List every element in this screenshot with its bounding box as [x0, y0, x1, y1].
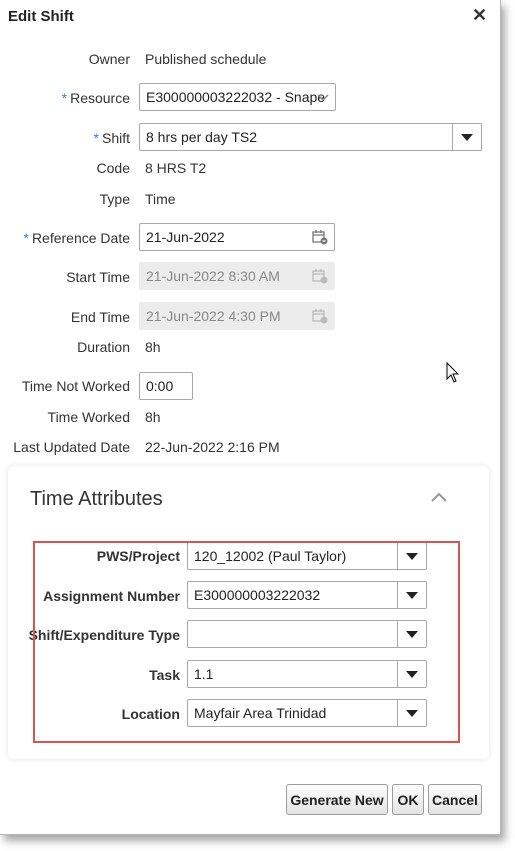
required-marker: *: [61, 90, 68, 106]
calendar-icon[interactable]: [312, 229, 328, 245]
last-updated-value: 22-Jun-2022 2:16 PM: [145, 439, 280, 455]
ok-button[interactable]: OK: [392, 784, 424, 815]
end-time-label: End Time: [70, 309, 130, 325]
reference-date-label: * Reference Date: [23, 230, 130, 246]
collapse-chevron-icon[interactable]: [430, 488, 448, 506]
highlight-box: [33, 541, 460, 743]
time-attributes-title: Time Attributes: [30, 488, 163, 510]
calendar-icon: [312, 309, 328, 324]
resource-label: * Resource: [61, 90, 130, 106]
type-label: Type: [99, 191, 130, 207]
code-label: Code: [96, 160, 130, 176]
resource-select[interactable]: E300000003222032 - Snape: [139, 83, 336, 111]
dropdown-arrow-icon[interactable]: [452, 124, 481, 150]
time-worked-value: 8h: [145, 409, 161, 425]
generate-new-button[interactable]: Generate New: [286, 784, 388, 815]
edit-shift-dialog: Edit Shift ✕ Owner Published schedule * R…: [0, 0, 501, 835]
chevron-down-icon: [317, 84, 329, 110]
dialog-title: Edit Shift: [8, 8, 74, 25]
close-icon[interactable]: ✕: [472, 5, 487, 26]
last-updated-label: Last Updated Date: [13, 439, 130, 455]
mouse-cursor-icon: [446, 362, 460, 383]
start-time-input: 21-Jun-2022 8:30 AM: [139, 262, 335, 290]
time-not-worked-label: Time Not Worked: [21, 378, 130, 394]
calendar-icon: [312, 269, 328, 284]
shift-label: * Shift: [93, 130, 130, 146]
time-not-worked-input[interactable]: 0:00: [139, 372, 193, 400]
duration-label: Duration: [77, 339, 130, 355]
time-worked-label: Time Worked: [47, 409, 130, 425]
reference-date-input[interactable]: 21-Jun-2022: [139, 223, 335, 251]
duration-value: 8h: [145, 339, 161, 355]
owner-value: Published schedule: [145, 51, 267, 67]
end-time-input: 21-Jun-2022 4:30 PM: [139, 302, 335, 330]
owner-label: Owner: [88, 51, 130, 67]
shift-select[interactable]: 8 hrs per day TS2: [139, 123, 482, 151]
start-time-label: Start Time: [66, 269, 130, 285]
code-value: 8 HRS T2: [145, 160, 207, 176]
type-value: Time: [145, 191, 176, 207]
cancel-button[interactable]: Cancel: [428, 784, 482, 815]
